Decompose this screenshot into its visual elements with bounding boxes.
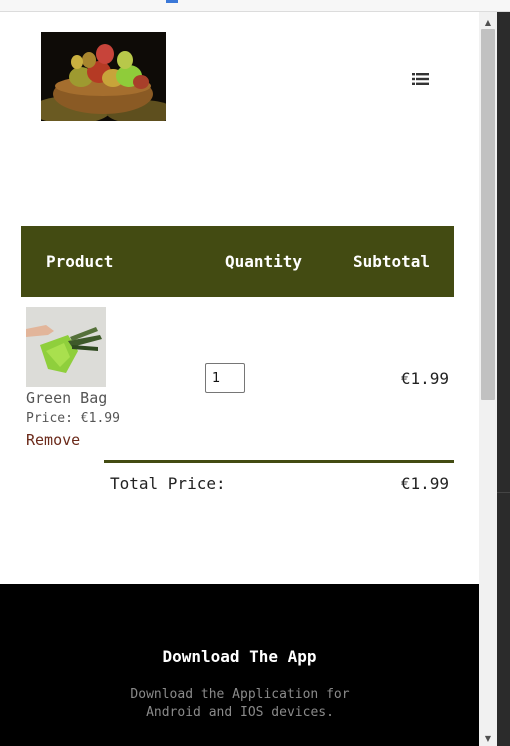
list-icon [411,73,429,85]
item-subtotal: €1.99 [400,369,449,388]
remove-item-link[interactable]: Remove [26,431,80,449]
column-header-subtotal: Subtotal [353,252,431,271]
menu-button[interactable] [410,70,430,88]
window-divider [497,492,510,493]
product-thumbnail[interactable] [26,307,106,387]
cart-table-header: Product Quantity Subtotal [21,226,454,297]
vertical-scrollbar[interactable]: ▲ ▼ [479,12,497,746]
green-bag-image [26,307,106,387]
logo[interactable] [41,32,166,121]
scroll-up-arrow-icon[interactable]: ▲ [479,14,497,30]
active-tab-indicator [166,0,178,3]
scrollbar-thumb[interactable] [481,29,495,400]
total-divider [104,460,454,463]
total-price-label: Total Price: [110,474,226,493]
column-header-product: Product [46,252,114,271]
footer-title: Download The App [162,647,317,666]
footer: Download The App Download the Applicatio… [0,584,479,746]
column-header-quantity: Quantity [225,252,303,271]
product-name: Green Bag [26,389,108,407]
scroll-down-arrow-icon[interactable]: ▼ [479,730,497,746]
browser-top-strip [0,0,510,12]
window-background [497,12,510,746]
fruit-basket-image [41,32,166,121]
product-price: Price: €1.99 [26,411,120,426]
quantity-input[interactable] [205,363,245,393]
total-price-value: €1.99 [400,474,449,493]
footer-description: Download the Application for Android and… [130,687,350,720]
